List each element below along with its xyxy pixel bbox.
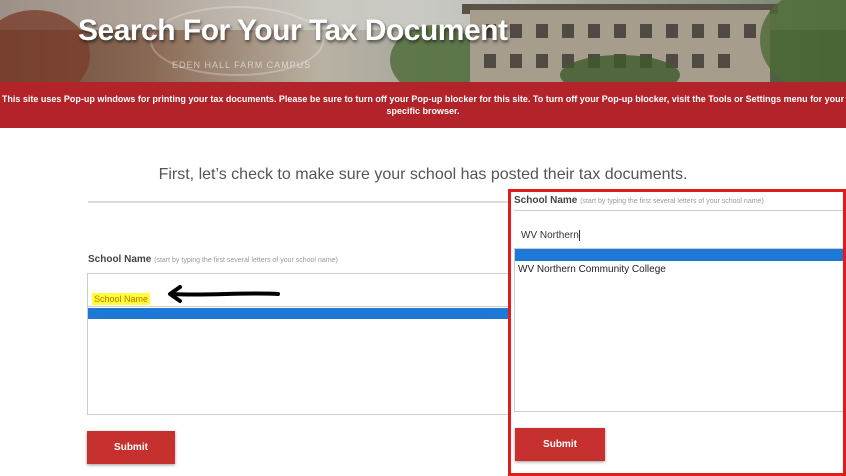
school-name-label: School Name (start by typing the first s… [88, 254, 338, 265]
popup-notice-text: This site uses Pop-up windows for printi… [1, 94, 845, 116]
hero-tree [760, 0, 846, 82]
divider [88, 201, 512, 203]
panel-submit-button[interactable]: Submit [515, 428, 605, 461]
school-name-hint: (start by typing the first several lette… [154, 257, 338, 264]
school-name-label-text: School Name [88, 254, 152, 265]
school-name-input[interactable]: School Name [92, 289, 151, 307]
intro-text: First, let’s check to make sure your sch… [158, 166, 688, 183]
hero-banner: EDEN HALL FARM CAMPUS Search For Your Ta… [0, 0, 846, 82]
hero-campus-text: EDEN HALL FARM CAMPUS [172, 60, 312, 70]
panel-input-top-border [514, 210, 843, 211]
page-title: Search For Your Tax Document [78, 14, 508, 47]
result-option-wv-northern[interactable]: WV Northern Community College [518, 264, 666, 275]
school-name-listbox[interactable]: School Name [87, 273, 517, 415]
panel-school-name-label-text: School Name [514, 195, 578, 206]
popup-notice-bar: This site uses Pop-up windows for printi… [0, 82, 846, 128]
panel-results-listbox[interactable]: WV Northern Community College [514, 248, 843, 412]
panel-school-name-hint: (start by typing the first several lette… [580, 198, 764, 205]
panel-search-input[interactable]: WV Northern [521, 230, 580, 241]
panel-school-name-label: School Name (start by typing the first s… [514, 195, 764, 206]
listbox-divider [88, 306, 516, 307]
annotated-panel: School Name (start by typing the first s… [508, 189, 846, 476]
submit-button[interactable]: Submit [87, 431, 175, 464]
annotation-arrow-icon [168, 285, 280, 303]
panel-selected-bar[interactable] [515, 249, 843, 261]
panel-search-input-value: WV Northern [521, 230, 579, 242]
school-name-placeholder: School Name [92, 293, 151, 305]
text-cursor [578, 230, 580, 241]
selected-option-bar[interactable] [88, 308, 516, 319]
